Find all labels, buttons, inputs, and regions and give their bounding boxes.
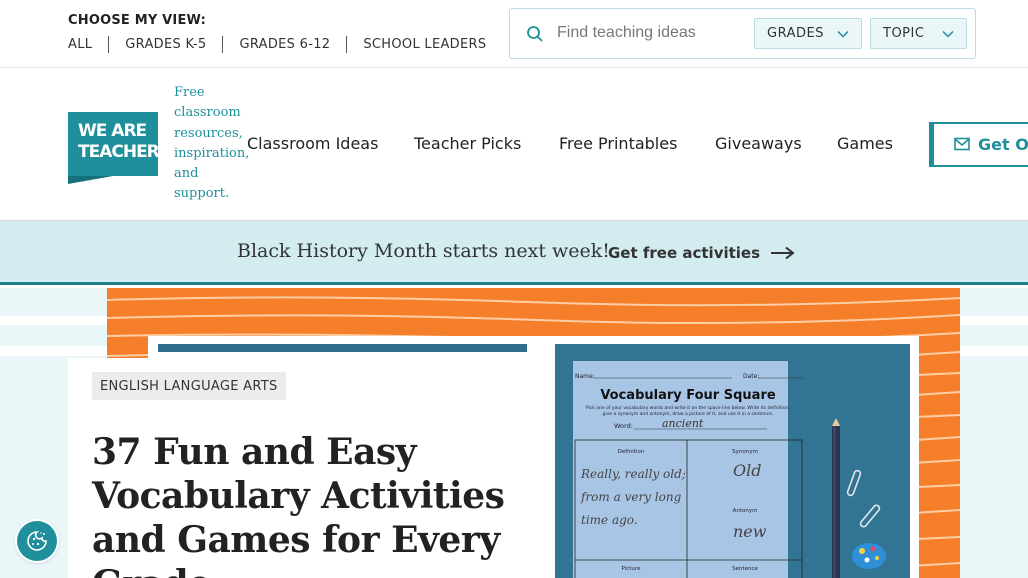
- worksheet-antonym-label: Antonym: [733, 508, 758, 514]
- chevron-down-icon: [942, 30, 954, 38]
- chevron-down-icon: [837, 30, 849, 38]
- worksheet-name-label: Name:: [575, 373, 595, 380]
- worksheet-definition-text: time ago.: [581, 513, 638, 527]
- mail-icon: [954, 137, 970, 151]
- newsletter-button[interactable]: Get Ou: [929, 122, 1028, 167]
- worksheet-definition-label: Definition: [618, 449, 645, 455]
- view-link-grades-k5[interactable]: GRADES K-5: [125, 37, 206, 52]
- nav-classroom-ideas[interactable]: Classroom Ideas: [247, 134, 378, 153]
- banner-link[interactable]: Get free activities: [608, 244, 796, 262]
- view-link-school-leaders[interactable]: SCHOOL LEADERS: [363, 37, 486, 52]
- view-link-grades-6-12[interactable]: GRADES 6-12: [239, 37, 330, 52]
- worksheet-picture-label: Picture: [622, 566, 642, 572]
- worksheet-title: Vocabulary Four Square: [600, 388, 776, 403]
- worksheet-sentence-label: Sentence: [732, 566, 758, 572]
- nav-free-printables[interactable]: Free Printables: [559, 134, 677, 153]
- divider: [346, 36, 348, 53]
- worksheet-instructions: Pick one of your vocabulary words and wr…: [586, 405, 790, 411]
- worksheet-definition-text: Really, really old;: [580, 467, 686, 481]
- banner-text: Black History Month starts next week!: [237, 240, 610, 262]
- worksheet-date-label: Date:: [743, 373, 759, 380]
- topic-dropdown[interactable]: TOPIC: [870, 18, 967, 49]
- banner-link-label: Get free activities: [608, 244, 761, 262]
- nav-games[interactable]: Games: [837, 134, 893, 153]
- site-tagline: Free classroom resources, inspiration, a…: [174, 85, 250, 202]
- arrow-right-icon: [771, 246, 795, 260]
- article-title[interactable]: 37 Fun and Easy Vocabulary Activities an…: [92, 430, 512, 578]
- divider: [222, 36, 224, 53]
- hero-section: Name: Date: Vocabulary Four Square Pick …: [0, 288, 1028, 578]
- category-tag[interactable]: ENGLISH LANGUAGE ARTS: [92, 372, 286, 400]
- site-logo[interactable]: WE ARE TEACHERS: [68, 112, 171, 184]
- pencil-illustration: [832, 418, 840, 578]
- top-utility-bar: CHOOSE MY VIEW: ALL GRADES K-5 GRADES 6-…: [0, 0, 1028, 68]
- search-icon[interactable]: [526, 25, 544, 43]
- worksheet-definition-text: from a very long: [580, 490, 682, 504]
- choose-view-label: CHOOSE MY VIEW:: [68, 13, 207, 28]
- eraser-illustration: [852, 543, 886, 569]
- logo-tail: [68, 176, 113, 184]
- newsletter-button-label: Get Ou: [978, 135, 1028, 154]
- search-input[interactable]: [557, 19, 747, 47]
- nav-teacher-picks[interactable]: Teacher Picks: [414, 134, 521, 153]
- worksheet-word-value: ancient: [662, 417, 704, 430]
- announcement-banner: Black History Month starts next week! Ge…: [0, 221, 1028, 285]
- grades-dropdown[interactable]: GRADES: [754, 18, 862, 49]
- logo-text: WE ARE TEACHERS: [78, 121, 171, 162]
- cookie-icon: [27, 531, 47, 551]
- worksheet-synonym-label: Synonym: [732, 449, 758, 455]
- article-card: ENGLISH LANGUAGE ARTS 37 Fun and Easy Vo…: [68, 358, 553, 578]
- worksheet-antonym-value: new: [733, 522, 767, 541]
- divider: [108, 36, 110, 53]
- nav-giveaways[interactable]: Giveaways: [715, 134, 802, 153]
- worksheet-synonym-value: Old: [733, 461, 761, 480]
- cookie-settings-button[interactable]: [17, 521, 57, 561]
- view-selector: ALL GRADES K-5 GRADES 6-12 SCHOOL LEADER…: [68, 36, 486, 53]
- worksheet-word-label: Word:: [614, 422, 633, 430]
- grades-dropdown-label: GRADES: [767, 26, 824, 41]
- view-link-all[interactable]: ALL: [68, 37, 92, 52]
- topic-dropdown-label: TOPIC: [883, 26, 925, 41]
- search-bar: GRADES TOPIC: [509, 8, 976, 59]
- site-header: WE ARE TEACHERS Free classroom resources…: [0, 68, 1028, 221]
- category-tag-label: ENGLISH LANGUAGE ARTS: [100, 378, 278, 394]
